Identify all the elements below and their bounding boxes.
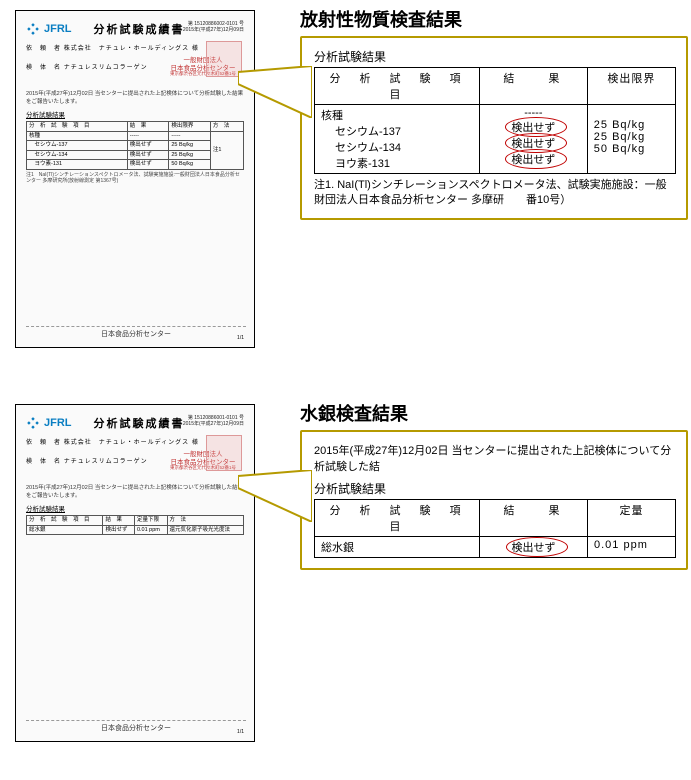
footer-org: 日本食品分析センター: [101, 331, 171, 338]
item-name: 総水銀: [315, 537, 480, 558]
client-value: 株式会社 ナチュレ・ホールディングス 様: [64, 440, 199, 446]
limit-value: 25 Bq/kg: [594, 119, 645, 131]
thumbnail-results-table: 分 析 試 験 項 目 結 果 検出限界 方 法 核種 ----- ----- …: [26, 121, 244, 170]
client-value: 株式会社 ナチュレ・ホールディングス 様: [64, 46, 199, 52]
table-row: 総水銀 検出せず 0.01 ppm 還元気化原子吸光光度法: [27, 525, 244, 535]
callout-note: 注1. NaI(Tl)シンチレーションスペクトロメータ法、試験実施施設：一般財団…: [314, 178, 676, 208]
th-item: 分 析 試 験 項 目: [27, 122, 128, 132]
thumbnail-page-number: 1/1: [237, 729, 244, 735]
client-label: 依 頼 者: [26, 46, 61, 52]
doc-date: 2015年(平成27年)12月09日: [183, 421, 244, 427]
results-subhead: 分析試験結果: [26, 503, 244, 513]
callout-subhead: 分析試験結果: [314, 480, 676, 497]
footer-org: 日本食品分析センター: [101, 725, 171, 732]
th-item: 分 析 試 験 項 目: [27, 516, 103, 526]
th-result: 結 果: [480, 500, 588, 537]
item-name: ヨウ素-131: [335, 158, 390, 170]
sample-value: ナチュレスリムコラーゲン: [64, 459, 148, 465]
report-thumbnail-mercury: JFRL 分析試験成績書 第 15120886001-0101 号 2015年(…: [15, 404, 255, 742]
callout-results-table: 分 析 試 験 項 目 結 果 検出限界 核種 セシウム-137 セシウム-13…: [314, 67, 676, 174]
result-circled: 検出せず: [511, 135, 555, 151]
limit-value: 50 Bq/kg: [594, 143, 645, 155]
table-row: 総水銀 検出せず 0.01 ppm: [315, 537, 676, 558]
issuer-stamp: 一般財団法人 日本食品分析センター 東京都渋谷区元代々木町52番1号: [170, 53, 236, 81]
table-header-row: 分 析 試 験 項 目 結 果 定量下限 方 法: [27, 516, 244, 526]
limit-value: 25 Bq/kg: [594, 131, 645, 143]
thumbnail-footer: 日本食品分析センター: [16, 326, 255, 339]
table-row: 核種 セシウム-137 セシウム-134 ヨウ素-131 ----- 検出せず …: [315, 105, 676, 174]
callout-context: 2015年(平成27年)12月02日 当センターに提出された上記検体について分析…: [314, 442, 676, 474]
report-title: 分析試験成績書: [94, 415, 185, 431]
th-item: 分 析 試 験 項 目: [315, 500, 480, 537]
th-result: 結 果: [103, 516, 135, 526]
doc-number-block: 第 15120886002-0101 号 2015年(平成27年)12月09日: [183, 21, 244, 33]
th-result: 結 果: [479, 68, 587, 105]
th-method: 方 法: [167, 516, 243, 526]
jfrl-logo-icon: [26, 22, 40, 36]
th-limit: 検出限界: [587, 68, 675, 105]
callout-pointer-icon: [238, 66, 312, 118]
table-header-row: 分 析 試 験 項 目 結 果 検出限界: [315, 68, 676, 105]
jfrl-logo-icon: [26, 416, 40, 430]
doc-number-block: 第 15120886001-0101 号 2015年(平成27年)12月09日: [183, 415, 244, 427]
callout-pointer-icon: [238, 470, 312, 522]
group-label: 核種: [321, 110, 343, 122]
callout-radioactive: 分析試験結果 分 析 試 験 項 目 結 果 検出限界 核種 セシウム-137 …: [300, 36, 688, 220]
thumbnail-page-number: 1/1: [237, 335, 244, 341]
report-title: 分析試験成績書: [94, 21, 185, 37]
th-result: 結 果: [127, 122, 169, 132]
thumbnail-note: 注1 NaI(Tl)シンチレーションスペクトロメータ法、試験実施施設:一般財団法…: [26, 172, 244, 184]
callout-results-table: 分 析 試 験 項 目 結 果 定量 総水銀 検出せず 0.01 ppm: [314, 499, 676, 558]
issuer-stamp: 一般財団法人 日本食品分析センター 東京都渋谷区元代々木町52番1号: [170, 447, 236, 475]
limit-value: 0.01 ppm: [588, 537, 676, 558]
jfrl-logo-text: JFRL: [44, 417, 72, 429]
section-heading: 放射性物質検査結果: [300, 6, 462, 32]
client-label: 依 頼 者: [26, 440, 61, 446]
table-header-row: 分 析 試 験 項 目 結 果 検出限界 方 法: [27, 122, 244, 132]
th-method: 方 法: [210, 122, 243, 132]
item-name: セシウム-134: [335, 142, 401, 154]
red-seal-icon: [206, 435, 242, 471]
th-limit: 定量: [588, 500, 676, 537]
result-circled: 検出せず: [511, 151, 555, 167]
report-intro-text: 2015年(平成27年)12月02日 当センターに提出された上記検体について分析…: [26, 483, 244, 499]
thumbnail-results-table: 分 析 試 験 項 目 結 果 定量下限 方 法 総水銀 検出せず 0.01 p…: [26, 515, 244, 535]
th-limit: 検出限界: [169, 122, 211, 132]
th-limit: 定量下限: [134, 516, 167, 526]
thumbnail-footer: 日本食品分析センター: [16, 720, 255, 733]
item-name: セシウム-137: [335, 126, 401, 138]
sample-label: 検 体 名: [26, 65, 61, 71]
results-subhead: 分析試験結果: [26, 109, 244, 119]
red-seal-icon: [206, 41, 242, 77]
section-heading: 水銀検査結果: [300, 400, 408, 426]
report-thumbnail-radioactive: JFRL 分析試験成績書 第 15120886002-0101 号 2015年(…: [15, 10, 255, 348]
report-intro-text: 2015年(平成27年)12月02日 当センターに提出された上記検体について分析…: [26, 89, 244, 105]
sample-value: ナチュレスリムコラーゲン: [64, 65, 148, 71]
doc-date: 2015年(平成27年)12月09日: [183, 27, 244, 33]
sample-label: 検 体 名: [26, 459, 61, 465]
callout-subhead: 分析試験結果: [314, 48, 676, 65]
group-result: -----: [524, 107, 542, 119]
th-item: 分 析 試 験 項 目: [315, 68, 480, 105]
table-header-row: 分 析 試 験 項 目 結 果 定量: [315, 500, 676, 537]
callout-mercury: 2015年(平成27年)12月02日 当センターに提出された上記検体について分析…: [300, 430, 688, 570]
result-circled: 検出せず: [511, 119, 555, 135]
table-row: 核種 ----- ----- 注1: [27, 131, 244, 141]
result-circled: 検出せず: [512, 539, 556, 555]
jfrl-logo-text: JFRL: [44, 23, 72, 35]
